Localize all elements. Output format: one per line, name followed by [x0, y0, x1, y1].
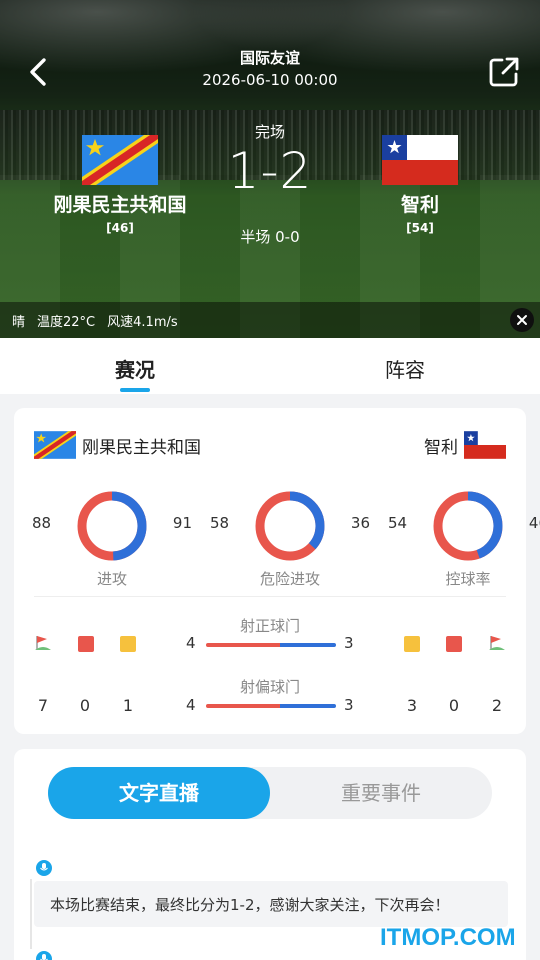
donut-home-value: 88: [32, 514, 52, 532]
competition-title: 国际友谊: [239, 49, 300, 67]
red-card-icon: [78, 636, 94, 652]
timeline-line: [30, 879, 32, 949]
donut-label: 控球率: [445, 570, 491, 588]
home-corners-count: 7: [37, 696, 49, 715]
bar-home-fill: [206, 704, 281, 708]
donut-home-value: 54: [388, 514, 408, 532]
bar-away-fill: [280, 643, 336, 647]
stats-team-row: 刚果民主共和国 智利: [34, 430, 506, 460]
stats-home-name: 刚果民主共和国: [82, 437, 201, 458]
donut-away-value: 46: [528, 514, 540, 532]
weather-condition: 晴: [12, 314, 26, 330]
chile-flag-icon: [464, 431, 506, 459]
shots-off-target-bar: [206, 704, 336, 708]
tab-match-status[interactable]: 赛况: [0, 338, 270, 394]
microphone-icon: [36, 860, 52, 876]
shots-on-target-home: 4: [186, 634, 196, 652]
match-datetime: 2026-06-10 00:00: [202, 71, 338, 89]
weather-wind: 风速4.1m/s: [107, 314, 178, 330]
away-red-cards-count: 0: [448, 696, 460, 715]
shots-off-target-away: 3: [344, 696, 354, 714]
close-weather-button[interactable]: [510, 308, 534, 332]
away-corners-count: 2: [491, 696, 503, 715]
shots-off-target-home: 4: [186, 696, 196, 714]
dangerous-attack-donut-chart: [255, 491, 325, 561]
tab-lineup[interactable]: 阵容: [270, 338, 540, 394]
divider: [34, 596, 506, 597]
bar-away-fill: [280, 704, 336, 708]
yellow-card-icon: [404, 636, 420, 652]
possession-donut-chart: [433, 491, 503, 561]
bar-home-fill: [206, 643, 281, 647]
commentary-segmented-control: 文字直播 重要事件: [48, 767, 492, 819]
home-yellow-cards-count: 1: [122, 696, 134, 715]
match-header: 国际友谊 2026-06-10 00:00 刚果民主共和国 [46] 完场 1-…: [0, 0, 540, 338]
microphone-icon: [36, 951, 52, 960]
donut-away-value: 36: [350, 514, 370, 532]
close-icon: [517, 315, 527, 325]
red-card-icon: [446, 636, 462, 652]
home-red-cards-count: 0: [79, 696, 91, 715]
weather-temperature: 温度22°C: [37, 314, 96, 330]
watermark-logo: ITMOP.COM: [380, 924, 516, 951]
donut-home-value: 58: [210, 514, 230, 532]
shots-on-target-label: 射正球门: [239, 617, 300, 635]
segment-key-events[interactable]: 重要事件: [270, 767, 492, 819]
donut-label: 危险进攻: [259, 570, 320, 588]
commentary-message: 本场比赛结束，最终比分为1-2，感谢大家关注，下次再会！: [34, 881, 508, 927]
away-yellow-cards-count: 3: [406, 696, 418, 715]
stats-away-name: 智利: [424, 437, 458, 458]
chile-flag-icon: [382, 135, 458, 185]
donut-away-value: 91: [172, 514, 192, 532]
away-team-name: 智利: [400, 194, 439, 216]
corner-flag-icon: [35, 636, 51, 650]
shots-on-target-away: 3: [344, 634, 354, 652]
away-team[interactable]: 智利 [54]: [330, 135, 510, 235]
shots-on-target-bar: [206, 643, 336, 647]
away-team-rank: [54]: [406, 221, 434, 235]
donut-possession: 54 46 控球率: [388, 488, 540, 598]
main-tabs: 赛况 阵容: [0, 338, 540, 394]
corner-flag-icon: [489, 636, 505, 650]
dr-congo-flag-icon: [34, 431, 76, 459]
shots-off-target-label: 射偏球门: [239, 678, 300, 696]
yellow-card-icon: [120, 636, 136, 652]
weather-bar: 晴 温度22°C 风速4.1m/s: [0, 302, 540, 338]
segment-text-live[interactable]: 文字直播: [48, 767, 270, 819]
donut-dangerous-attack: 58 36 危险进攻: [210, 488, 370, 598]
attack-donut-chart: [77, 491, 147, 561]
donut-attack: 88 91 进攻: [32, 488, 192, 598]
stats-card: 刚果民主共和国 智利 88 91 进攻 58 36 危险进攻 54 46 控球率: [14, 408, 540, 734]
donut-label: 进攻: [96, 570, 127, 588]
